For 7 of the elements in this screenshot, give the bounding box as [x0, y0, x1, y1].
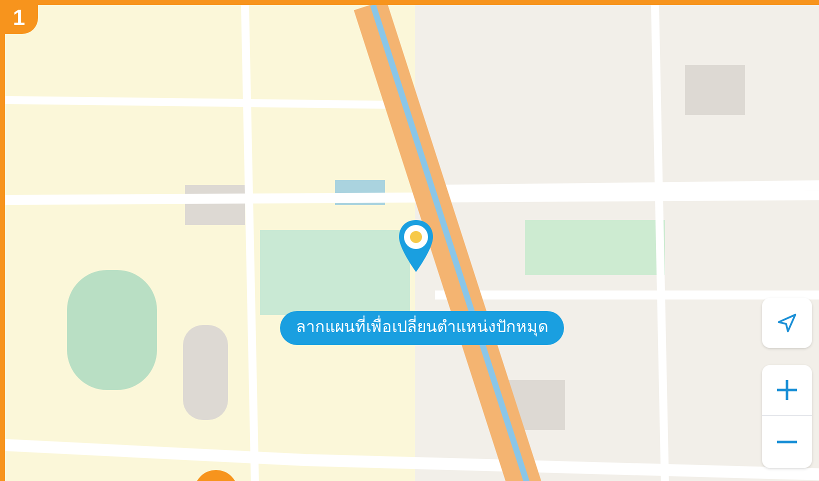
- plus-icon: [775, 378, 799, 402]
- navigation-arrow-icon: [776, 312, 798, 334]
- map-pin-icon: [397, 218, 435, 274]
- step-badge: 1: [0, 0, 38, 34]
- minus-icon: [775, 440, 799, 444]
- locate-button[interactable]: [762, 298, 812, 348]
- pin-hint-tooltip: ลากแผนที่เพื่อเปลี่ยนตำแหน่งปักหมุด: [280, 311, 564, 345]
